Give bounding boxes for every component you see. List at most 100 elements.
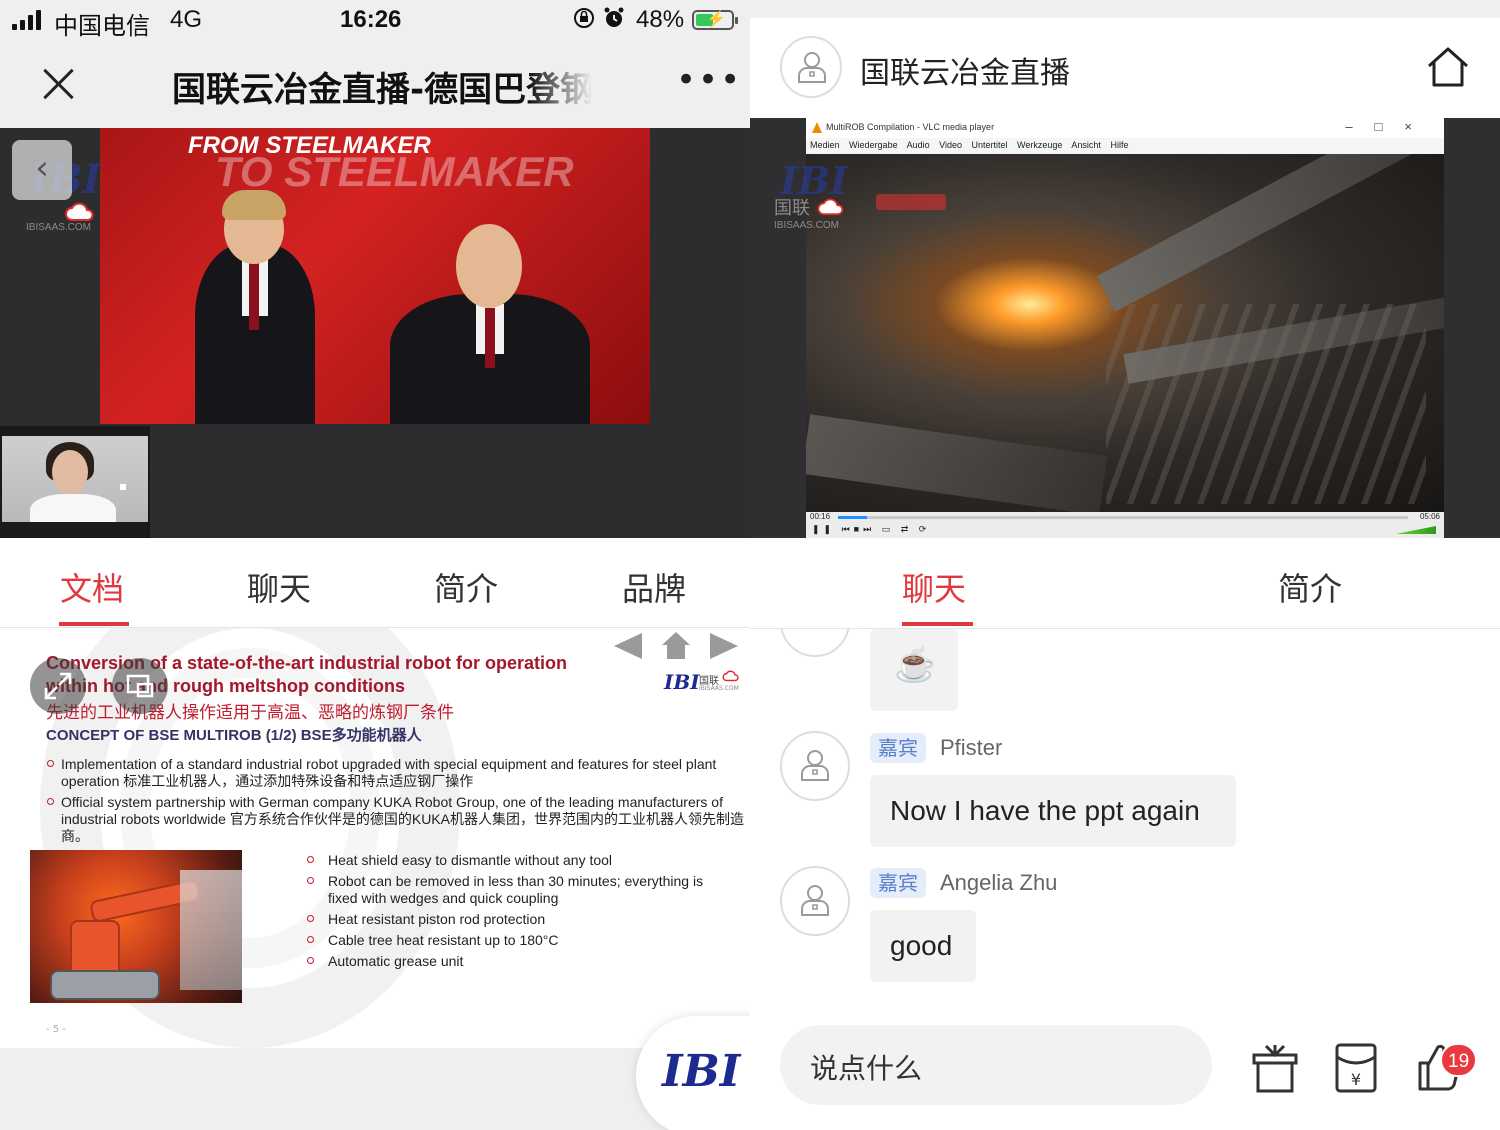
avatar[interactable] bbox=[780, 731, 850, 801]
vlc-menu-item[interactable]: Hilfe bbox=[1110, 140, 1128, 150]
right-panel: 国联云冶金直播 MultiROB Compilation - VLC media… bbox=[750, 0, 1500, 1130]
robot-image bbox=[30, 850, 242, 1003]
more-icon[interactable]: ••• bbox=[676, 60, 742, 100]
tab-chat[interactable]: 聊天 bbox=[902, 564, 966, 610]
chat-bubble: Now I have the ppt again bbox=[870, 775, 1236, 847]
back-button[interactable]: ‹ bbox=[12, 140, 72, 200]
pip-video[interactable] bbox=[0, 426, 150, 538]
document-viewer[interactable]: Conversion of a state-of-the-art industr… bbox=[0, 628, 750, 1048]
left-panel: 中国电信 4G 16:26 48% ⚡ 国联云冶金直播-德国巴登钢 ••• TO… bbox=[0, 0, 750, 1130]
doc-logo-domain: IBISAAS.COM bbox=[699, 685, 739, 692]
carrier-name: 中国电信 bbox=[54, 13, 150, 40]
battery-icon: ⚡ bbox=[692, 10, 738, 30]
stage-scene: TO STEELMAKER FROM STEELMAKER bbox=[100, 128, 650, 424]
chat-message: Now I have the ppt again bbox=[890, 795, 1200, 826]
tab-indicator bbox=[902, 622, 973, 626]
doc-page-number: - 5 - bbox=[46, 1024, 66, 1035]
vlc-stream[interactable]: MultiROB Compilation - VLC media player … bbox=[750, 118, 1500, 538]
rotation-lock-icon bbox=[574, 8, 594, 28]
chat-username: Pfister bbox=[940, 735, 1003, 760]
user-icon bbox=[798, 52, 826, 83]
expand-icon bbox=[44, 672, 72, 700]
doc-logo: IBI bbox=[664, 670, 700, 694]
pip-toggle-button[interactable] bbox=[112, 658, 168, 714]
vlc-seek-bar[interactable] bbox=[838, 516, 1408, 519]
doc-concept: CONCEPT OF BSE MULTIROB (1/2) BSE多功能机器人 bbox=[46, 727, 422, 744]
vlc-menu-item[interactable]: Ansicht bbox=[1071, 140, 1101, 150]
doc-features: Heat shield easy to dismantle without an… bbox=[306, 852, 736, 974]
doc-bullet: Official system partnership with German … bbox=[46, 794, 746, 845]
gift-icon[interactable] bbox=[1250, 1041, 1300, 1095]
tab-docs[interactable]: 文档 bbox=[60, 564, 124, 610]
window-controls-icon: –□× bbox=[1345, 119, 1434, 134]
vlc-menu-item[interactable]: Medien bbox=[810, 140, 840, 150]
tab-chat[interactable]: 聊天 bbox=[247, 564, 311, 610]
prev-slide-icon[interactable] bbox=[614, 633, 642, 659]
vlc-menu-item[interactable]: Werkzeuge bbox=[1017, 140, 1062, 150]
stage-banner-front: FROM STEELMAKER bbox=[188, 132, 431, 159]
host-avatar[interactable] bbox=[780, 36, 842, 98]
fullscreen-button[interactable] bbox=[30, 658, 86, 714]
page-title: 国联云冶金直播-德国巴登钢 bbox=[172, 70, 592, 110]
avatar[interactable] bbox=[780, 629, 850, 657]
chat-bubble: good bbox=[870, 910, 976, 982]
network-type: 4G bbox=[170, 6, 203, 33]
vlc-menu-item[interactable]: Wiedergabe bbox=[849, 140, 898, 150]
tab-brand[interactable]: 品牌 bbox=[622, 564, 686, 610]
doc-bullets: Implementation of a standard industrial … bbox=[46, 756, 746, 849]
channel-title: 国联云冶金直播 bbox=[860, 56, 1070, 91]
home-icon[interactable] bbox=[1426, 46, 1470, 88]
brand-logo: IBI bbox=[662, 1046, 741, 1097]
tab-intro[interactable]: 简介 bbox=[1278, 564, 1342, 610]
right-tab-bar: 聊天 简介 bbox=[750, 538, 1500, 629]
doc-feature: Heat shield easy to dismantle without an… bbox=[306, 852, 736, 869]
guest-badge: 嘉宾 bbox=[870, 733, 926, 763]
coffee-icon: ☕ bbox=[894, 646, 937, 684]
picture-in-picture-icon bbox=[126, 674, 154, 698]
vlc-time-total: 05:06 bbox=[1419, 512, 1440, 521]
tab-indicator bbox=[59, 622, 129, 626]
meltshop-video-frame bbox=[806, 154, 1444, 512]
doc-title-cn: 先进的工业机器人操作适用于高温、恶略的炼钢厂条件 bbox=[46, 703, 454, 723]
close-icon[interactable] bbox=[38, 64, 78, 104]
doc-feature: Automatic grease unit bbox=[306, 953, 736, 970]
chat-composer: 说点什么 ¥ 19 bbox=[750, 1019, 1500, 1130]
vlc-menubar: Medien Wiedergabe Audio Video Untertitel… bbox=[806, 138, 1444, 154]
battery-percent: 48% bbox=[636, 6, 685, 33]
watermark-domain: IBISAAS.COM bbox=[774, 220, 840, 231]
vlc-menu-item[interactable]: Video bbox=[939, 140, 962, 150]
vlc-playback-icons[interactable]: ❚❚ ⏮■⏭ ▭ ⇄ ⟳ bbox=[812, 524, 930, 535]
next-slide-icon[interactable] bbox=[710, 633, 738, 659]
red-packet-icon[interactable]: ¥ bbox=[1334, 1041, 1378, 1095]
vlc-time-elapsed: 00:16 bbox=[810, 512, 831, 521]
doc-feature: Cable tree heat resistant up to 180°C bbox=[306, 932, 736, 949]
vlc-window-title: MultiROB Compilation - VLC media player bbox=[826, 122, 995, 132]
chat-input[interactable]: 说点什么 bbox=[780, 1025, 1212, 1105]
chat-list[interactable]: ☕ 嘉宾 Pfister Now I have the ppt again 嘉宾… bbox=[750, 629, 1500, 1019]
presenter-senior bbox=[390, 224, 590, 424]
presenter-young bbox=[190, 190, 320, 424]
watermark-domain: IBISAAS.COM bbox=[26, 222, 92, 233]
vlc-cone-icon bbox=[812, 122, 822, 133]
live-video-player[interactable]: TO STEELMAKER FROM STEELMAKER IBI IBIS bbox=[0, 128, 750, 538]
right-header: 国联云冶金直播 bbox=[750, 18, 1500, 118]
cloud-icon bbox=[817, 198, 844, 216]
vlc-controls: 00:16 05:06 ❚❚ ⏮■⏭ ▭ ⇄ ⟳ bbox=[806, 512, 1444, 538]
cloud-icon bbox=[722, 670, 739, 682]
slide-home-icon[interactable] bbox=[662, 632, 690, 660]
doc-bullet: Implementation of a standard industrial … bbox=[46, 756, 746, 790]
status-bar: 中国电信 4G 16:26 48% ⚡ bbox=[0, 0, 750, 40]
vlc-menu-item[interactable]: Audio bbox=[907, 140, 930, 150]
vlc-volume-slider[interactable] bbox=[1396, 526, 1436, 534]
chat-bubble: ☕ bbox=[870, 629, 958, 711]
avatar[interactable] bbox=[780, 866, 850, 936]
doc-feature: Heat resistant piston rod protection bbox=[306, 911, 736, 928]
brand-float-button[interactable]: IBI bbox=[636, 1016, 750, 1130]
vlc-window: MultiROB Compilation - VLC media player … bbox=[806, 118, 1444, 538]
tab-intro[interactable]: 简介 bbox=[434, 564, 498, 610]
vlc-menu-item[interactable]: Untertitel bbox=[972, 140, 1008, 150]
left-nav-bar: 国联云冶金直播-德国巴登钢 ••• bbox=[0, 40, 750, 128]
like-count-badge: 19 bbox=[1440, 1043, 1478, 1077]
guest-badge: 嘉宾 bbox=[870, 868, 926, 898]
chat-message: good bbox=[890, 930, 953, 961]
